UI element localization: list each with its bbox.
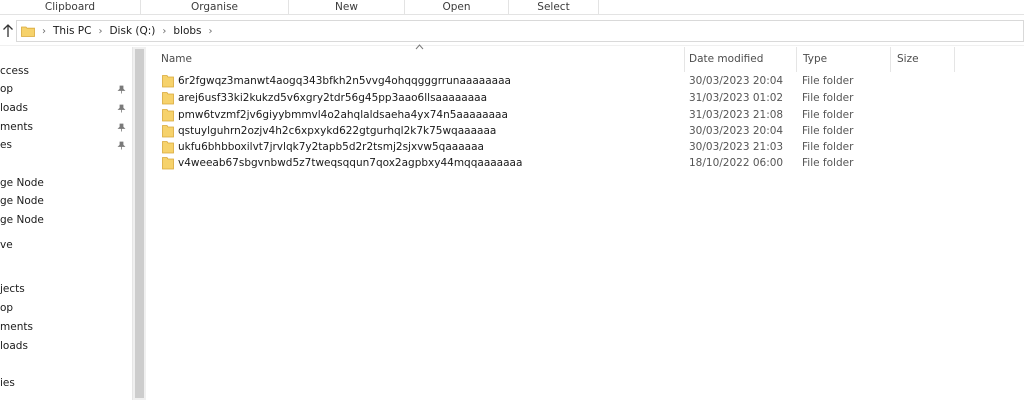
nav-item-documents-pc[interactable]: ments xyxy=(0,318,33,336)
ribbon-group-select: Select xyxy=(509,0,599,15)
breadcrumb-separator[interactable]: › xyxy=(98,26,102,37)
nav-item-storage-node-1[interactable]: ge Node xyxy=(0,174,44,192)
file-row[interactable]: ukfu6bhbboxilvt7jrvlqk7y2tapb5d2r2tsmj2s… xyxy=(159,139,1019,155)
folder-icon xyxy=(162,125,174,138)
nav-item-pictures[interactable]: es xyxy=(0,136,12,154)
file-type: File folder xyxy=(802,125,854,137)
file-type: File folder xyxy=(802,92,854,104)
nav-item-downloads-pc[interactable]: loads xyxy=(0,337,28,355)
file-date-modified: 30/03/2023 20:04 xyxy=(689,75,784,87)
column-header-date-modified[interactable]: Date modified xyxy=(683,47,797,72)
breadcrumb-separator[interactable]: › xyxy=(162,26,166,37)
column-header-name[interactable]: Name xyxy=(155,47,685,72)
breadcrumb-this-pc[interactable]: This PC xyxy=(53,25,91,37)
folder-icon xyxy=(162,92,174,105)
file-date-modified: 31/03/2023 01:02 xyxy=(689,92,784,104)
file-name: v4weeab67sbgvnbwd5z7tweqsqqun7qox2agpbxy… xyxy=(178,157,523,169)
nav-item-3d-objects[interactable]: jects xyxy=(0,280,25,298)
breadcrumb-disk-q[interactable]: Disk (Q:) xyxy=(109,25,155,37)
column-header-size[interactable]: Size xyxy=(891,47,955,72)
nav-pane-scrollbar[interactable] xyxy=(132,47,146,400)
file-name: qstuylguhrn2ozjv4h2c6xpxykd622gtgurhql2k… xyxy=(178,125,497,137)
nav-item-desktop[interactable]: op xyxy=(0,80,13,98)
nav-item-downloads[interactable]: loads xyxy=(0,99,28,117)
file-name: arej6usf33ki2kukzd5v6xgry2tdr56g45pp3aao… xyxy=(178,92,488,104)
nav-item-pictures-pc[interactable]: ies xyxy=(0,374,15,392)
folder-icon xyxy=(21,26,35,37)
file-row[interactable]: 6r2fgwqz3manwt4aogq343bfkh2n5vvg4ohqqggg… xyxy=(159,73,1019,89)
nav-item-documents[interactable]: ments xyxy=(0,118,33,136)
file-type: File folder xyxy=(802,141,854,153)
file-date-modified: 18/10/2022 06:00 xyxy=(689,157,784,169)
nav-item-onedrive[interactable]: ve xyxy=(0,236,13,254)
pin-icon[interactable] xyxy=(117,123,126,132)
ribbon-group-new: New xyxy=(289,0,405,15)
file-name: 6r2fgwqz3manwt4aogq343bfkh2n5vvg4ohqqggg… xyxy=(178,75,511,87)
file-date-modified: 30/03/2023 20:04 xyxy=(689,125,784,137)
ribbon-group-labels: Clipboard Organise New Open Select xyxy=(0,0,1024,15)
breadcrumb-separator[interactable]: › xyxy=(209,26,213,37)
file-name: pmw6tvzmf2jv6giyybmmvl4o2ahqlaldsaeha4yx… xyxy=(178,109,508,121)
address-row: › This PC › Disk (Q:) › blobs › xyxy=(0,16,1024,46)
ribbon-group-clipboard: Clipboard xyxy=(0,0,141,15)
file-row[interactable]: qstuylguhrn2ozjv4h2c6xpxykd622gtgurhql2k… xyxy=(159,123,1019,139)
file-name: ukfu6bhbboxilvt7jrvlqk7y2tapb5d2r2tsmj2s… xyxy=(178,141,484,153)
breadcrumb-blobs[interactable]: blobs xyxy=(173,25,201,37)
folder-icon xyxy=(162,109,174,122)
file-row[interactable]: pmw6tvzmf2jv6giyybmmvl4o2ahqlaldsaeha4yx… xyxy=(159,107,1019,123)
pin-icon[interactable] xyxy=(117,104,126,113)
column-header-row: Name Date modified Type Size xyxy=(147,44,1024,72)
breadcrumb-separator: › xyxy=(42,25,46,37)
up-arrow-button[interactable] xyxy=(0,21,16,41)
file-row[interactable]: arej6usf33ki2kukzd5v6xgry2tdr56g45pp3aao… xyxy=(159,90,1019,106)
nav-pane-scrollbar-thumb[interactable] xyxy=(135,49,144,398)
file-date-modified: 30/03/2023 21:03 xyxy=(689,141,784,153)
address-bar[interactable]: › This PC › Disk (Q:) › blobs › xyxy=(16,20,1024,42)
pin-icon[interactable] xyxy=(117,85,126,94)
nav-item-quick-access[interactable]: ccess xyxy=(0,62,29,80)
nav-item-storage-node-2[interactable]: ge Node xyxy=(0,192,44,210)
navigation-pane: ccess op loads ments es ge Node ge Node … xyxy=(0,47,131,400)
up-arrow-icon xyxy=(3,24,13,37)
file-type: File folder xyxy=(802,75,854,87)
folder-icon xyxy=(162,141,174,154)
file-date-modified: 31/03/2023 21:08 xyxy=(689,109,784,121)
ribbon-group-organise: Organise xyxy=(141,0,289,15)
pin-icon[interactable] xyxy=(117,141,126,150)
ribbon-group-open: Open xyxy=(405,0,509,15)
nav-item-storage-node-3[interactable]: ge Node xyxy=(0,211,44,229)
nav-item-desktop-pc[interactable]: op xyxy=(0,299,13,317)
file-type: File folder xyxy=(802,109,854,121)
file-type: File folder xyxy=(802,157,854,169)
folder-icon xyxy=(162,157,174,170)
file-row[interactable]: v4weeab67sbgvnbwd5z7tweqsqqun7qox2agpbxy… xyxy=(159,155,1019,171)
column-header-type[interactable]: Type xyxy=(797,47,891,72)
file-list-pane: Name Date modified Type Size 6r2fgwqz3ma… xyxy=(147,44,1024,400)
folder-icon xyxy=(162,75,174,88)
